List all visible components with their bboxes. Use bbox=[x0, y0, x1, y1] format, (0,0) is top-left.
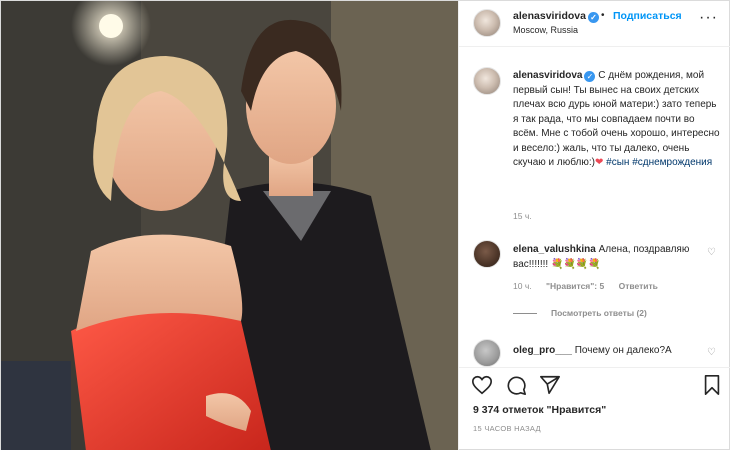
caption-verified-badge-icon: ✓ bbox=[584, 71, 596, 82]
author-username-text[interactable]: alenasviridova bbox=[513, 10, 586, 22]
comment-item: oleg_pro___ Почему он далеко?А bbox=[513, 344, 703, 359]
share-send-icon[interactable] bbox=[539, 374, 561, 396]
likes-count[interactable]: 9 374 отметок "Нравится" bbox=[473, 404, 606, 416]
caption-time: 15 ч. bbox=[513, 211, 532, 221]
post-timestamp[interactable]: 15 ЧАСОВ НАЗАД bbox=[473, 424, 541, 433]
comment-bubble-icon[interactable] bbox=[505, 374, 527, 396]
comment-reply-button[interactable]: Ответить bbox=[619, 281, 658, 291]
post-actions-bar: 9 374 отметок "Нравится" 15 ЧАСОВ НАЗАД bbox=[459, 367, 730, 450]
comment-body: Почему он далеко?А bbox=[574, 345, 672, 356]
comment-username[interactable]: elena_valushkina bbox=[513, 244, 596, 255]
comment-time: 10 ч. bbox=[513, 281, 532, 291]
comment-item: elena_valushkina Алена, поздравляю вас!!… bbox=[513, 243, 698, 272]
post-location[interactable]: Moscow, Russia bbox=[513, 25, 578, 35]
more-dots-icon[interactable]: ··· bbox=[699, 9, 718, 27]
comment-author-avatar[interactable] bbox=[473, 339, 501, 367]
comments-section: alenasviridova ✓ С днём рождения, мой пер… bbox=[459, 47, 730, 367]
verified-badge-icon: ✓ bbox=[587, 12, 599, 23]
hashtag-son[interactable]: #сын bbox=[606, 157, 629, 168]
comment-meta: 10 ч. "Нравится": 5 Ответить bbox=[513, 281, 670, 291]
view-replies-button[interactable]: Посмотреть ответы (2) bbox=[513, 308, 647, 318]
photo-illustration bbox=[1, 1, 458, 450]
author-avatar[interactable] bbox=[473, 9, 501, 37]
caption-body: С днём рождения, мой первый сын! Ты выне… bbox=[513, 70, 720, 168]
follow-button[interactable]: Подписаться bbox=[613, 10, 682, 22]
view-replies-label[interactable]: Посмотреть ответы (2) bbox=[551, 308, 647, 318]
comment-username[interactable]: oleg_pro___ bbox=[513, 345, 572, 356]
caption-text-block: alenasviridova ✓ С днём рождения, мой пер… bbox=[513, 69, 721, 171]
replies-divider-line bbox=[513, 313, 537, 315]
post-side-panel: alenasviridova ✓ • Подписаться Moscow, Ru… bbox=[458, 1, 730, 450]
like-heart-icon[interactable] bbox=[471, 374, 493, 396]
hashtag-birthday[interactable]: #сднемрождения bbox=[632, 157, 712, 168]
caption-author-avatar[interactable] bbox=[473, 67, 501, 95]
comment-like-heart-icon[interactable]: ♡ bbox=[707, 347, 716, 358]
comment-author-avatar[interactable] bbox=[473, 240, 501, 268]
save-bookmark-icon[interactable] bbox=[701, 374, 723, 396]
caption-username[interactable]: alenasviridova bbox=[513, 70, 582, 81]
separator-dot: • bbox=[601, 10, 605, 21]
comment-like-heart-icon[interactable]: ♡ bbox=[707, 247, 716, 258]
instagram-post-window: alenasviridova ✓ • Подписаться Moscow, Ru… bbox=[0, 0, 730, 450]
author-username[interactable]: alenasviridova ✓ bbox=[513, 10, 599, 23]
comment-likes[interactable]: "Нравится": 5 bbox=[546, 281, 604, 291]
red-heart-icon: ❤ bbox=[594, 157, 604, 168]
post-header: alenasviridova ✓ • Подписаться Moscow, Ru… bbox=[459, 1, 730, 47]
post-photo[interactable] bbox=[1, 1, 458, 450]
